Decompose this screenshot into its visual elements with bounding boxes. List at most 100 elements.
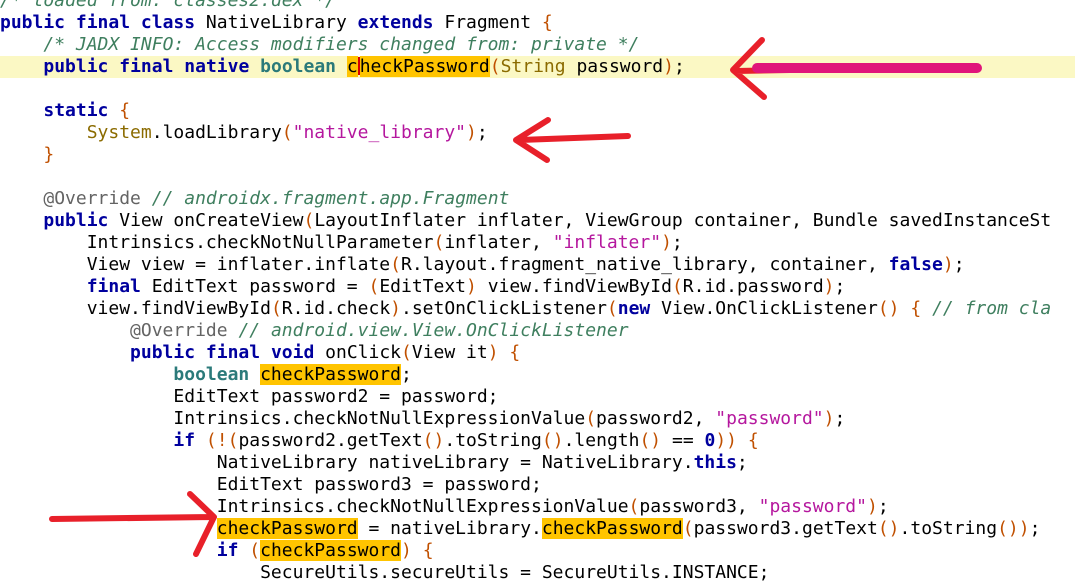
code-token: EditText password = xyxy=(140,276,369,297)
code-line[interactable]: Intrinsics.checkNotNullExpressionValue(p… xyxy=(0,408,1075,430)
code-line[interactable]: if (checkPassword) { xyxy=(0,540,1075,562)
code-line[interactable]: System.loadLibrary("native_library"); xyxy=(0,122,1075,144)
code-token: 0 xyxy=(704,430,716,451)
code-token: // from cla xyxy=(932,298,1052,319)
code-token: ; xyxy=(834,408,846,429)
code-token: Intrinsics.checkNotNullExpressionValue xyxy=(0,408,586,429)
code-token: false xyxy=(888,254,943,275)
code-token: @Override xyxy=(43,188,141,209)
code-token: ; xyxy=(877,496,889,517)
code-token: () xyxy=(541,430,564,451)
code-token: ; xyxy=(953,254,965,275)
code-token: "password" xyxy=(758,496,867,517)
code-token: ( xyxy=(682,518,694,539)
code-token: boolean xyxy=(173,364,250,385)
code-line[interactable]: @Override // androidx.fragment.app.Fragm… xyxy=(0,188,1075,210)
code-line[interactable]: boolean checkPassword; xyxy=(0,364,1075,386)
code-line[interactable]: Intrinsics.checkNotNullExpressionValue(p… xyxy=(0,496,1075,518)
code-line[interactable] xyxy=(0,78,1075,100)
code-token: if xyxy=(216,540,239,561)
code-line[interactable]: @Override // android.view.View.OnClickLi… xyxy=(0,320,1075,342)
code-token: ( xyxy=(585,408,597,429)
code-line[interactable]: if (!(password2.getText().toString().len… xyxy=(0,430,1075,452)
code-line[interactable]: NativeLibrary nativeLibrary = NativeLibr… xyxy=(0,452,1075,474)
code-token: { xyxy=(509,342,521,363)
code-token: view.findViewById xyxy=(476,276,672,297)
code-token: ( xyxy=(433,232,445,253)
code-token: onClick xyxy=(314,342,402,363)
code-token: ; xyxy=(1029,518,1041,539)
code-token: ) xyxy=(663,56,674,77)
code-token: () xyxy=(877,518,900,539)
code-token: static xyxy=(43,100,109,121)
code-line[interactable]: } xyxy=(0,144,1075,166)
code-token: (!( xyxy=(205,430,239,451)
code-line[interactable]: checkPassword = nativeLibrary.checkPassw… xyxy=(0,518,1075,540)
code-token: View onCreateView xyxy=(108,210,304,231)
code-token: "password" xyxy=(715,408,824,429)
code-line[interactable]: public final native boolean c heckPasswor… xyxy=(0,56,1075,78)
code-token: ) xyxy=(466,122,477,143)
search-highlight: checkPassword xyxy=(216,518,358,539)
code-token: Intrinsics.checkNotNullParameter xyxy=(0,232,434,253)
code-token: ) xyxy=(823,276,835,297)
code-token: String xyxy=(500,56,566,77)
code-token: "native_library" xyxy=(292,122,467,143)
code-token: NativeLibrary xyxy=(195,12,358,33)
code-token: final xyxy=(205,342,261,363)
code-token: @Override xyxy=(130,320,228,341)
code-token: extends xyxy=(357,12,434,33)
code-line[interactable]: view.findViewById(R.id.check).setOnClick… xyxy=(0,298,1075,320)
code-token: inflater, xyxy=(444,232,553,253)
code-token: view.findViewById xyxy=(0,298,271,319)
code-line[interactable]: EditText password3 = password; xyxy=(0,474,1075,496)
code-line[interactable]: SecureUtils.secureUtils = SecureUtils.IN… xyxy=(0,562,1075,584)
code-token: ( xyxy=(249,540,261,561)
code-token: NativeLibrary nativeLibrary = NativeLibr… xyxy=(0,452,694,473)
code-line[interactable] xyxy=(0,166,1075,188)
code-line[interactable]: View view = inflater.inflate(R.layout.fr… xyxy=(0,254,1075,276)
code-token: SecureUtils.secureUtils = SecureUtils.IN… xyxy=(0,562,770,583)
code-line[interactable]: final EditText password = (EditText) vie… xyxy=(0,276,1075,298)
code-token: "inflater" xyxy=(552,232,662,253)
code-token: { xyxy=(541,12,553,33)
code-editor[interactable]: /* loaded from: classes2.dex */public fi… xyxy=(0,0,1075,584)
code-token: ; xyxy=(736,452,748,473)
code-token: .loadLibrary xyxy=(151,122,282,143)
code-line[interactable]: /* JADX INFO: Access modifiers changed f… xyxy=(0,34,1075,56)
code-line[interactable]: /* loaded from: classes2.dex */ xyxy=(0,0,1075,12)
code-token: System xyxy=(86,122,152,143)
code-line[interactable]: Intrinsics.checkNotNullParameter(inflate… xyxy=(0,232,1075,254)
code-token: if xyxy=(173,430,196,451)
code-token: ( xyxy=(401,342,412,363)
code-token: ; xyxy=(476,122,488,143)
code-token: () xyxy=(877,298,900,319)
code-token: /* loaded from: classes2.dex */ xyxy=(0,0,336,11)
search-highlight: heckPassword xyxy=(359,56,490,77)
code-line[interactable]: public View onCreateView(LayoutInflater … xyxy=(0,210,1075,232)
code-token: ) xyxy=(661,232,672,253)
code-token: ()) xyxy=(997,518,1030,539)
code-line[interactable]: static { xyxy=(0,100,1075,122)
code-token: ) xyxy=(390,298,401,319)
code-token: password2, xyxy=(596,408,716,429)
code-line[interactable]: EditText password2 = password; xyxy=(0,386,1075,408)
code-token: EditText password3 = password; xyxy=(0,474,542,495)
code-line[interactable]: public final void onClick(View it) { xyxy=(0,342,1075,364)
code-line[interactable]: public final class NativeLibrary extends… xyxy=(0,12,1075,34)
code-token: LayoutInflater inflater, ViewGroup conta… xyxy=(314,210,1052,231)
code-token: { xyxy=(910,298,922,319)
code-token: () xyxy=(422,430,445,451)
search-highlight: checkPassword xyxy=(541,518,683,539)
